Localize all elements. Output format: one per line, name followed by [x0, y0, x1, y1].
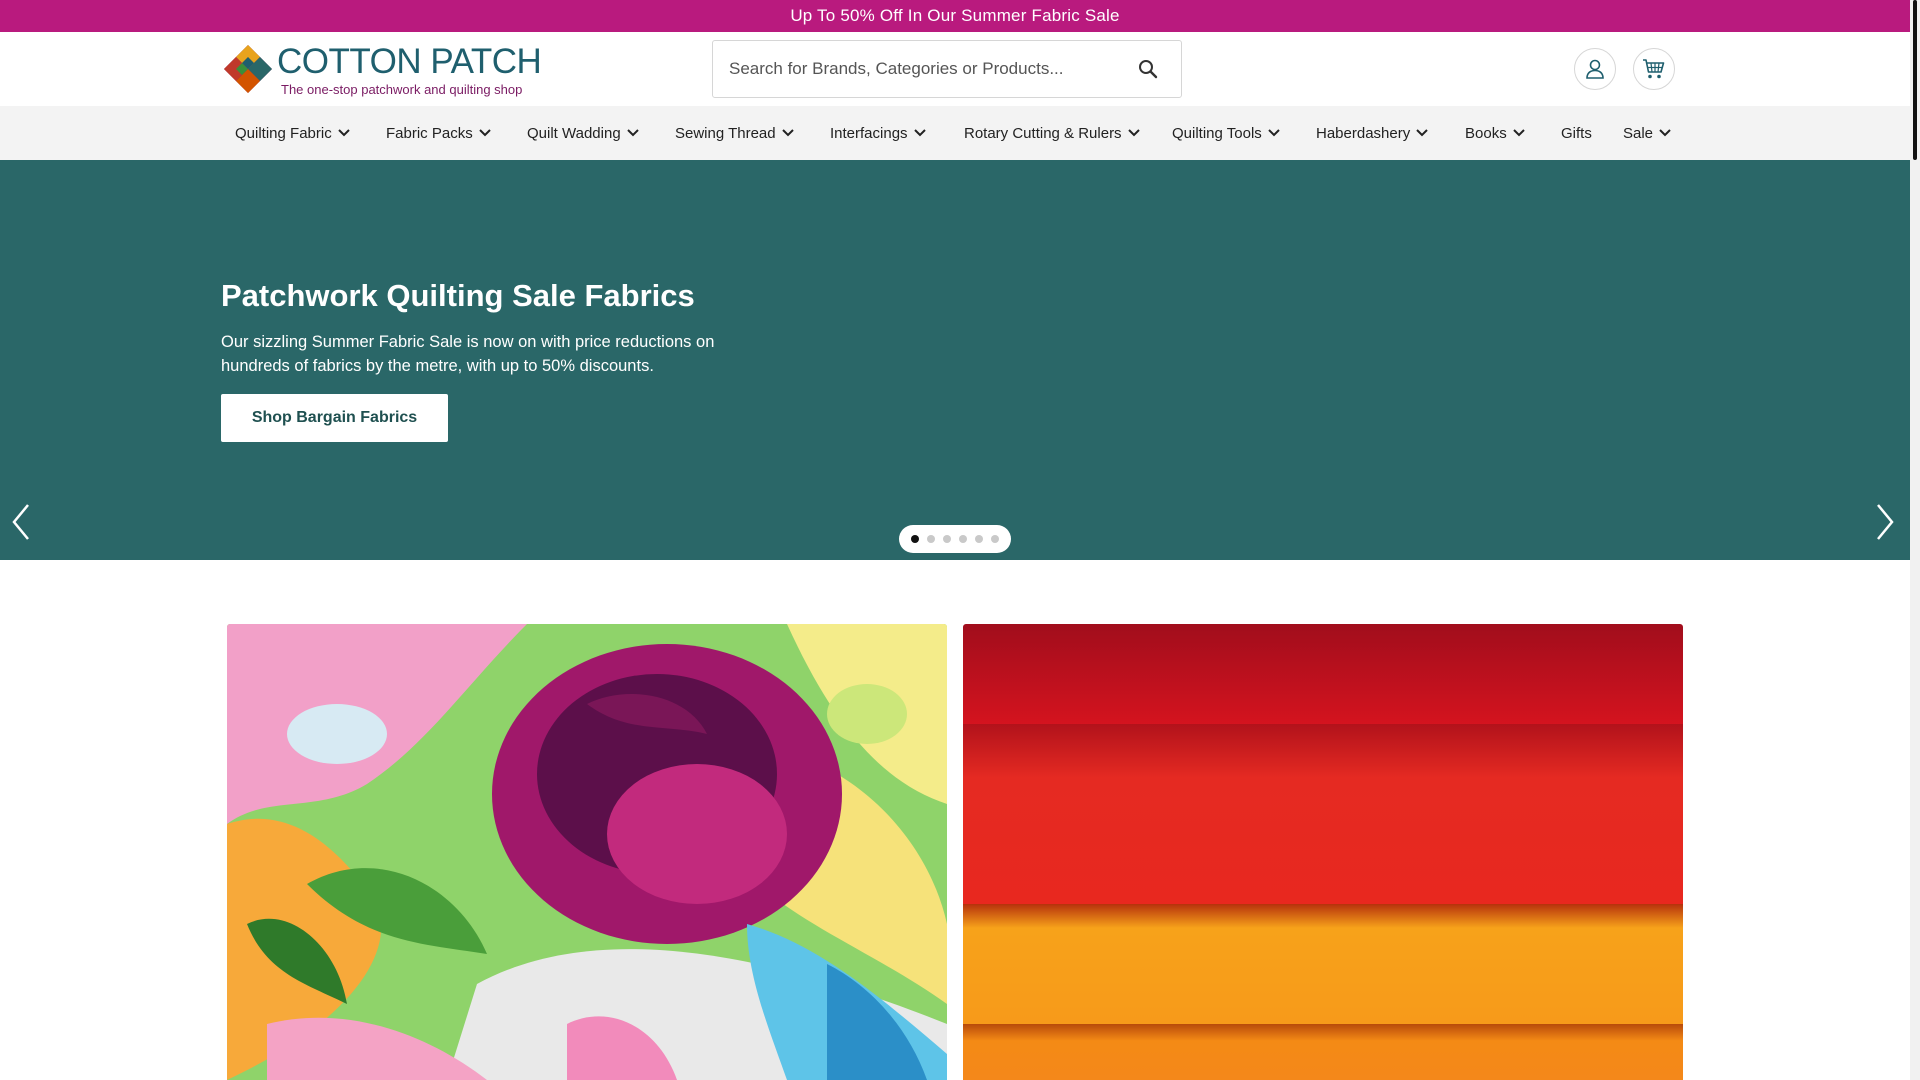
chevron-down-icon [1659, 129, 1671, 137]
promo-banner[interactable]: Up To 50% Off In Our Summer Fabric Sale [0, 0, 1910, 32]
nav-item-label: Quilting Tools [1172, 124, 1262, 142]
hero-title: Patchwork Quilting Sale Fabrics [221, 278, 695, 313]
solid-fabrics-photo [963, 624, 1683, 1080]
nav-item-label: Haberdashery [1316, 124, 1411, 142]
chevron-down-icon [478, 129, 491, 137]
nav-item-haberdashery[interactable]: Haberdashery [1316, 106, 1428, 160]
logo-tagline: The one-stop patchwork and quilting shop [281, 82, 523, 97]
account-button[interactable] [1574, 48, 1616, 90]
chevron-down-icon [913, 129, 926, 137]
nav-item-fabric-packs[interactable]: Fabric Packs [386, 106, 491, 160]
nav-item-label: Quilt Wadding [527, 124, 621, 142]
site-logo[interactable]: COTTON PATCH The one-stop patchwork and … [224, 42, 542, 97]
site-header: COTTON PATCH The one-stop patchwork and … [0, 32, 1910, 106]
carousel-dot[interactable] [991, 535, 999, 543]
chevron-down-icon [1127, 129, 1140, 137]
nav-item-quilt-wadding[interactable]: Quilt Wadding [527, 106, 639, 160]
nav-item-label: Books [1465, 124, 1507, 142]
nav-item-rotary-cutting-rulers[interactable]: Rotary Cutting & Rulers [964, 106, 1140, 160]
chevron-down-icon [1512, 129, 1525, 137]
nav-item-sewing-thread[interactable]: Sewing Thread [675, 106, 794, 160]
nav-item-quilting-fabric[interactable]: Quilting Fabric [235, 106, 350, 160]
nav-item-label: Quilting Fabric [235, 124, 332, 142]
carousel-dot[interactable] [943, 535, 951, 543]
logo-wordmark: COTTON PATCH [277, 42, 542, 81]
nav-item-label: Sewing Thread [675, 124, 776, 142]
search-button[interactable] [1137, 58, 1159, 80]
nav-item-label: Fabric Packs [386, 124, 473, 142]
nav-item-books[interactable]: Books [1465, 106, 1525, 160]
carousel-prev-icon[interactable] [10, 502, 32, 542]
search-input[interactable] [729, 41, 1119, 97]
floral-fabric-image[interactable] [227, 624, 947, 1080]
page-scrollbar[interactable] [1910, 0, 1920, 1080]
carousel-next-icon[interactable] [1874, 502, 1896, 542]
carousel-pagination [899, 525, 1011, 553]
promo-text[interactable]: Up To 50% Off In Our Summer Fabric Sale [790, 6, 1119, 26]
cart-button[interactable] [1633, 48, 1675, 90]
nav-item-label: Sale [1623, 124, 1654, 142]
floral-fabric-photo [227, 624, 947, 1080]
user-icon [1586, 59, 1604, 79]
main-navigation: Quilting Fabric Fabric Packs Quilt Waddi… [0, 106, 1910, 160]
chevron-down-icon [337, 129, 350, 137]
chevron-down-icon [626, 129, 639, 137]
shop-bargain-fabrics-button[interactable]: Shop Bargain Fabrics [221, 394, 448, 442]
search-bar [712, 40, 1182, 98]
search-icon [1139, 60, 1158, 79]
carousel-dot[interactable] [959, 535, 967, 543]
hero-description: Our sizzling Summer Fabric Sale is now o… [221, 333, 715, 375]
chevron-down-icon [781, 129, 794, 137]
scrollbar-thumb[interactable] [1913, 0, 1917, 160]
nav-item-interfacings[interactable]: Interfacings [830, 106, 926, 160]
carousel-dot[interactable] [975, 535, 983, 543]
carousel-dot[interactable] [927, 535, 935, 543]
hero-carousel: Patchwork Quilting Sale Fabrics Our sizz… [0, 160, 1910, 560]
solid-fabrics-image[interactable] [963, 624, 1683, 1080]
logo-quilt-icon [224, 45, 272, 93]
nav-item-label: Interfacings [830, 124, 908, 142]
nav-item-label: Gifts [1561, 124, 1592, 142]
cart-icon [1643, 59, 1665, 79]
nav-item-gifts[interactable]: Gifts [1561, 106, 1592, 160]
nav-item-quilting-tools[interactable]: Quilting Tools [1172, 106, 1280, 160]
carousel-dot[interactable] [911, 535, 919, 543]
chevron-down-icon [1416, 129, 1428, 137]
nav-item-sale[interactable]: Sale [1623, 106, 1671, 160]
chevron-down-icon [1268, 129, 1280, 137]
nav-item-label: Rotary Cutting & Rulers [964, 124, 1122, 142]
